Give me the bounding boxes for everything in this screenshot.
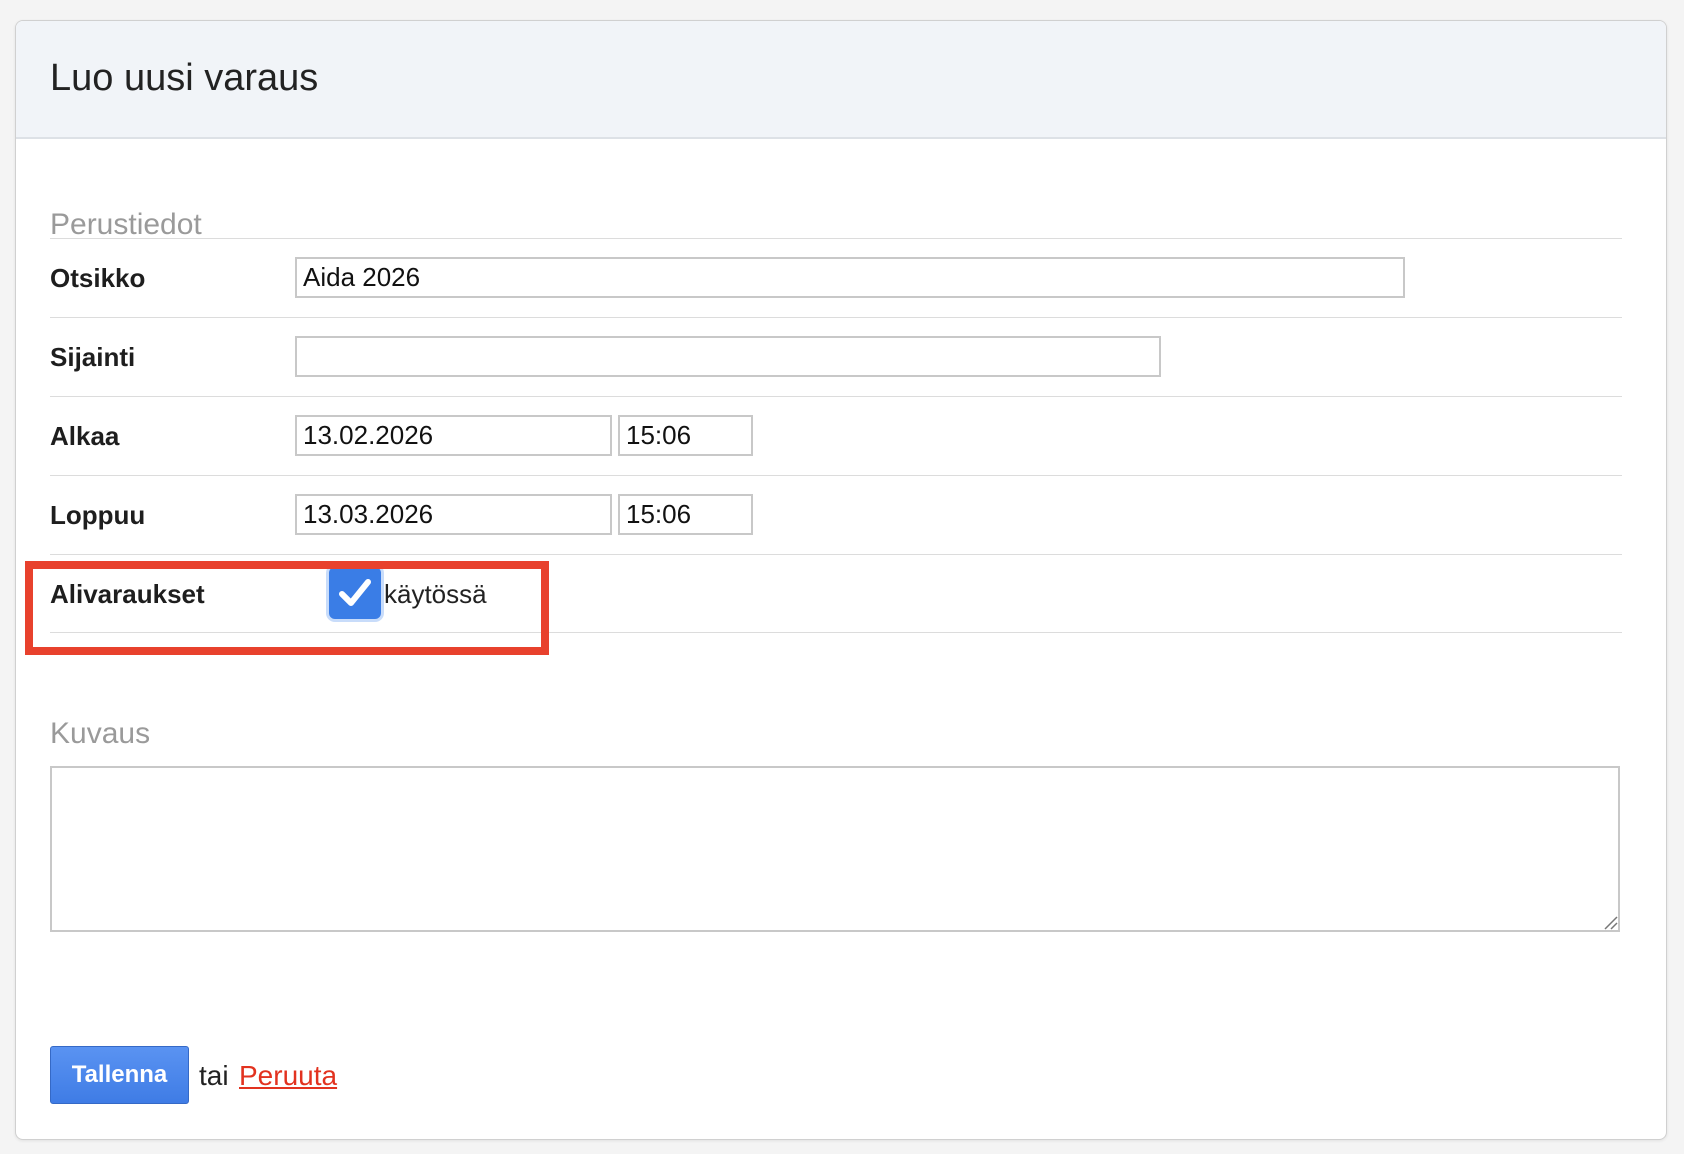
form-row-start: Alkaa <box>50 396 1622 475</box>
section-title-description: Kuvaus <box>50 717 151 750</box>
end-time-input[interactable] <box>618 494 753 535</box>
panel-header: Luo uusi varaus <box>16 21 1666 139</box>
or-text: tai <box>199 1060 229 1091</box>
end-label: Loppuu <box>50 500 146 530</box>
start-date-input[interactable] <box>295 415 612 456</box>
form-row-location: Sijainti <box>50 317 1622 396</box>
cancel-link[interactable]: Peruuta <box>239 1062 337 1090</box>
description-textarea[interactable] <box>50 766 1620 932</box>
reservation-form-panel: Luo uusi varaus Perustiedot Otsikko Sija… <box>15 20 1667 1140</box>
sub-reservations-label: Alivaraukset <box>50 579 205 609</box>
location-input[interactable] <box>295 336 1161 377</box>
end-date-input[interactable] <box>295 494 612 535</box>
resize-grip-icon[interactable] <box>1602 914 1618 930</box>
start-time-input[interactable] <box>618 415 753 456</box>
checkmark-icon <box>339 579 371 606</box>
location-label: Sijainti <box>50 342 136 372</box>
form-row-end: Loppuu <box>50 475 1622 554</box>
sub-reservations-checkbox[interactable] <box>329 567 381 619</box>
form-row-title: Otsikko <box>50 238 1622 317</box>
save-button[interactable]: Tallenna <box>50 1046 189 1104</box>
title-label: Otsikko <box>50 263 146 293</box>
title-input[interactable] <box>295 257 1405 298</box>
section-title-basic-info: Perustiedot <box>50 208 202 241</box>
start-label: Alkaa <box>50 421 120 451</box>
page-title: Luo uusi varaus <box>50 57 319 99</box>
form-row-sub-reservations: Alivaraukset käytössä <box>50 554 1622 633</box>
sub-reservations-checkbox-label[interactable]: käytössä <box>384 555 487 633</box>
